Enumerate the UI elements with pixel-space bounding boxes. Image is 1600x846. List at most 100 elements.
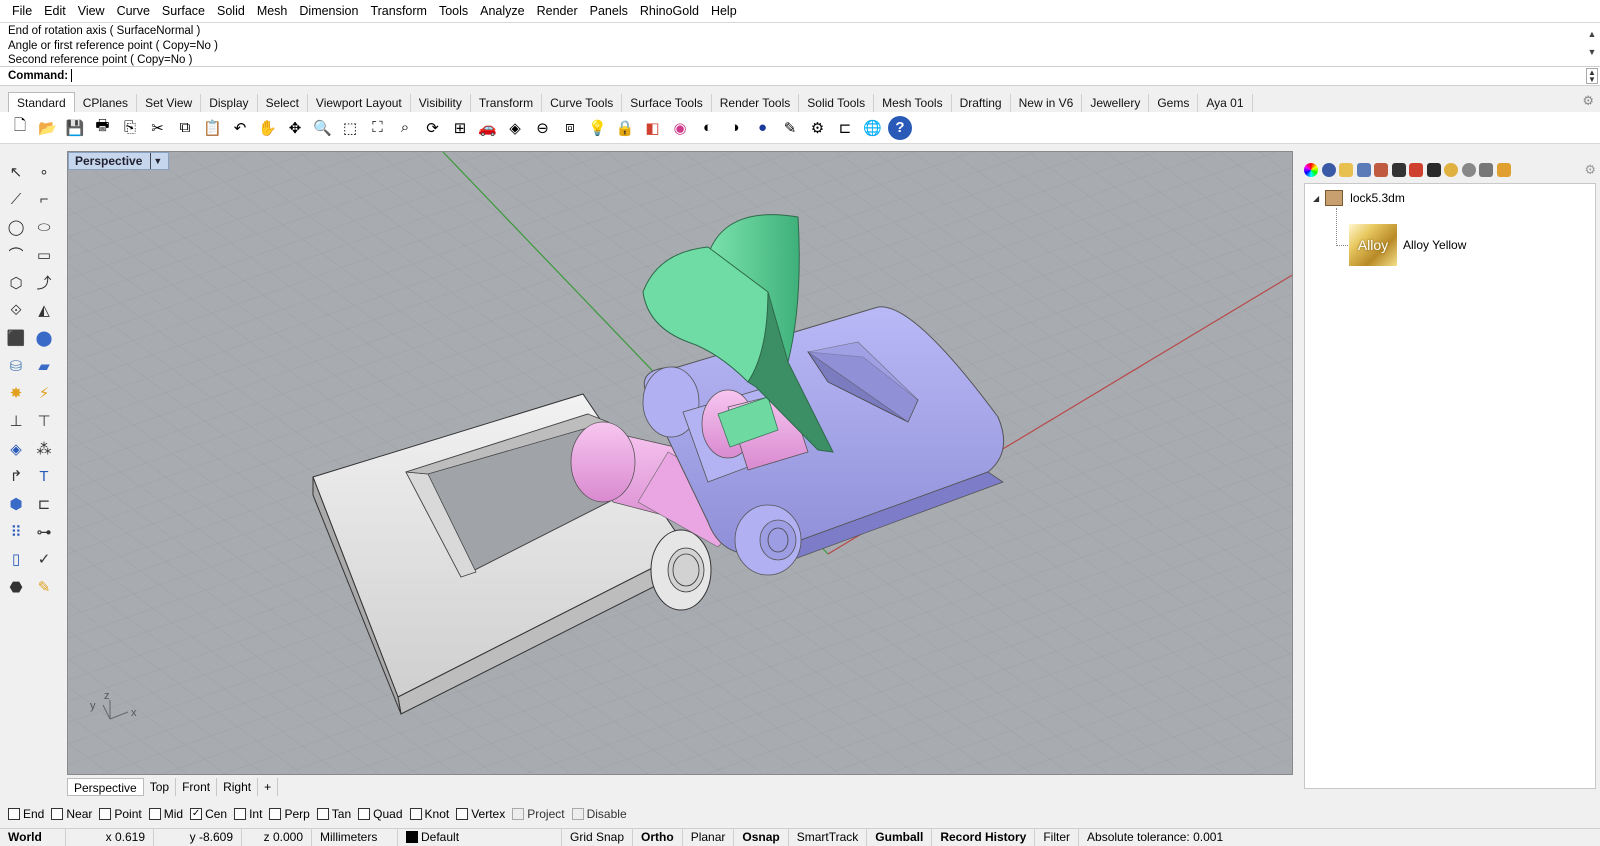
osnap-checkbox[interactable] — [148, 808, 161, 820]
curve-fillet-tool-icon[interactable]: ⤴ — [33, 272, 55, 294]
help-icon[interactable] — [1461, 163, 1476, 177]
dimension-tool-icon[interactable]: ⊏ — [33, 493, 55, 515]
box-tool-icon[interactable]: ⬛ — [5, 327, 27, 349]
monitor-icon[interactable] — [1391, 163, 1406, 177]
light-bulb-icon[interactable]: 💡 — [586, 116, 610, 140]
tree-collapse-icon[interactable]: ◢ — [1313, 194, 1319, 203]
zoom-window-icon[interactable]: ⬚ — [338, 116, 362, 140]
tab-solid-tools[interactable]: Solid Tools — [799, 94, 875, 112]
snap-icon[interactable]: ⊖ — [531, 116, 555, 140]
units-status[interactable]: Millimeters — [312, 828, 398, 846]
grid-array-tool-icon[interactable]: ⠿ — [5, 521, 27, 543]
import-icon[interactable]: ⎘ — [118, 116, 142, 140]
grid-snap-toggle[interactable]: Grid Snap — [562, 828, 634, 846]
check-tool-icon[interactable]: ✓ — [33, 548, 55, 570]
tab-aya-01[interactable]: Aya 01 — [1198, 94, 1253, 112]
tree-node-material[interactable]: Alloy Alloy Yellow — [1349, 224, 1466, 266]
surface-tool-icon[interactable]: ▰ — [33, 355, 55, 377]
cut-icon[interactable]: ✂ — [146, 116, 170, 140]
viewport-menu-chevron-down-icon[interactable]: ▼ — [150, 153, 162, 169]
osnap-checkbox[interactable] — [51, 808, 64, 820]
image-icon[interactable] — [1356, 163, 1371, 177]
osnap-cen[interactable]: ✓ Cen — [190, 807, 227, 821]
menu-panels[interactable]: Panels — [584, 0, 634, 22]
tab-render-tools[interactable]: Render Tools — [712, 94, 800, 112]
toolbar-gear-icon[interactable]: ⚙ — [1582, 93, 1594, 109]
pan-icon[interactable]: ✋ — [256, 116, 280, 140]
render-tool-icon[interactable]: ⬣ — [5, 576, 27, 598]
undo-icon[interactable]: ↶ — [228, 116, 252, 140]
point-tool-icon[interactable]: ∘ — [33, 161, 55, 183]
group-tool-icon[interactable]: ◈ — [5, 438, 27, 460]
menu-help[interactable]: Help — [705, 0, 743, 22]
command-spinner[interactable]: ▲ ▼ — [1586, 68, 1598, 84]
trim-tool-icon[interactable]: ⊤ — [33, 410, 55, 432]
settings-icon[interactable]: ⚙ — [806, 116, 830, 140]
calendar-icon[interactable] — [1479, 163, 1493, 177]
tab-drafting[interactable]: Drafting — [952, 94, 1011, 112]
brush-icon[interactable] — [1374, 163, 1388, 177]
help-icon[interactable]: ? — [888, 115, 912, 140]
tab-viewport-layout[interactable]: Viewport Layout — [308, 94, 411, 112]
rhinogold-icon[interactable] — [1426, 163, 1441, 177]
osnap-mid[interactable]: Mid — [148, 807, 183, 821]
panel-gear-icon[interactable]: ⚙ — [1584, 162, 1596, 178]
zoom-extents-icon[interactable]: ⛶ — [366, 116, 390, 140]
osnap-checkbox[interactable] — [571, 808, 584, 820]
rendered-icon[interactable]: ● — [751, 116, 775, 140]
tab-standard[interactable]: Standard — [8, 92, 75, 112]
car-icon[interactable]: 🚗 — [476, 116, 500, 140]
menu-edit[interactable]: Edit — [38, 0, 72, 22]
named-views-icon[interactable]: ⧈ — [558, 116, 582, 140]
ghosted-icon[interactable]: ◑ — [723, 116, 747, 140]
smarttrack-toggle[interactable]: SmartTrack — [789, 828, 868, 846]
osnap-vertex[interactable]: Vertex — [456, 807, 505, 821]
viewport-tab-right[interactable]: Right — [217, 778, 259, 796]
menu-mesh[interactable]: Mesh — [251, 0, 294, 22]
tab-cplanes[interactable]: CPlanes — [75, 94, 138, 112]
sun-icon[interactable] — [1444, 163, 1458, 177]
tree-node-file[interactable]: ◢ lock5.3dm — [1313, 190, 1405, 206]
tab-new-in-v6[interactable]: New in V6 — [1011, 94, 1083, 112]
surface-edit-tool-icon[interactable]: ◭ — [33, 299, 55, 321]
mirror-tool-icon[interactable]: ⊥ — [5, 410, 27, 432]
new-file-icon[interactable]: 🗋 — [8, 116, 32, 140]
boolean-tool-icon[interactable]: ⚡ — [33, 382, 55, 404]
sphere-tool-icon[interactable]: ⬤ — [33, 327, 55, 349]
menu-dimension[interactable]: Dimension — [293, 0, 364, 22]
viewport-tab-front[interactable]: Front — [176, 778, 218, 796]
circle-tool-icon[interactable]: ◯ — [5, 216, 27, 238]
paint-tool-icon[interactable]: ✎ — [33, 576, 55, 598]
ellipse-tool-icon[interactable]: ⬭ — [33, 216, 55, 238]
viewport-tab-perspective[interactable]: Perspective — [67, 778, 144, 796]
lock-icon[interactable]: 🔒 — [613, 116, 637, 140]
perspective-viewport[interactable]: Perspective ▼ y z x — [67, 151, 1293, 775]
line-tool-icon[interactable]: ⟋ — [5, 189, 27, 211]
tab-surface-tools[interactable]: Surface Tools — [622, 94, 712, 112]
record-history-toggle[interactable]: Record History — [932, 828, 1036, 846]
explode-tool-icon[interactable]: ✸ — [5, 382, 27, 404]
globe-icon[interactable]: 🌐 — [861, 116, 885, 140]
layers-icon[interactable] — [1409, 163, 1423, 177]
zoom-icon[interactable]: 🔍 — [311, 116, 335, 140]
transform-tool-icon[interactable]: ⟐ — [5, 299, 27, 321]
render-preview-icon[interactable]: ◈ — [503, 116, 527, 140]
gem-icon[interactable] — [1496, 163, 1511, 177]
osnap-near[interactable]: Near — [51, 807, 92, 821]
polygon-tool-icon[interactable]: ⬡ — [5, 272, 27, 294]
polyline-tool-icon[interactable]: ⌐ — [33, 189, 55, 211]
command-line[interactable]: Command: ▲ ▼ — [0, 66, 1600, 86]
open-file-icon[interactable]: 📂 — [36, 116, 60, 140]
tab-mesh-tools[interactable]: Mesh Tools — [874, 94, 952, 112]
menu-view[interactable]: View — [72, 0, 111, 22]
menu-analyze[interactable]: Analyze — [474, 0, 530, 22]
spin-down-icon[interactable]: ▼ — [1587, 76, 1597, 84]
text-tool-icon[interactable]: T — [33, 465, 55, 487]
osnap-checkbox[interactable]: ✓ — [190, 808, 203, 820]
osnap-checkbox[interactable] — [512, 808, 525, 820]
dimension-icon[interactable]: ⊏ — [833, 116, 857, 140]
four-viewports-icon[interactable]: ⊞ — [448, 116, 472, 140]
scroll-down-icon[interactable]: ▼ — [1586, 43, 1598, 61]
tab-jewellery[interactable]: Jewellery — [1082, 94, 1150, 112]
osnap-checkbox[interactable] — [456, 808, 469, 820]
